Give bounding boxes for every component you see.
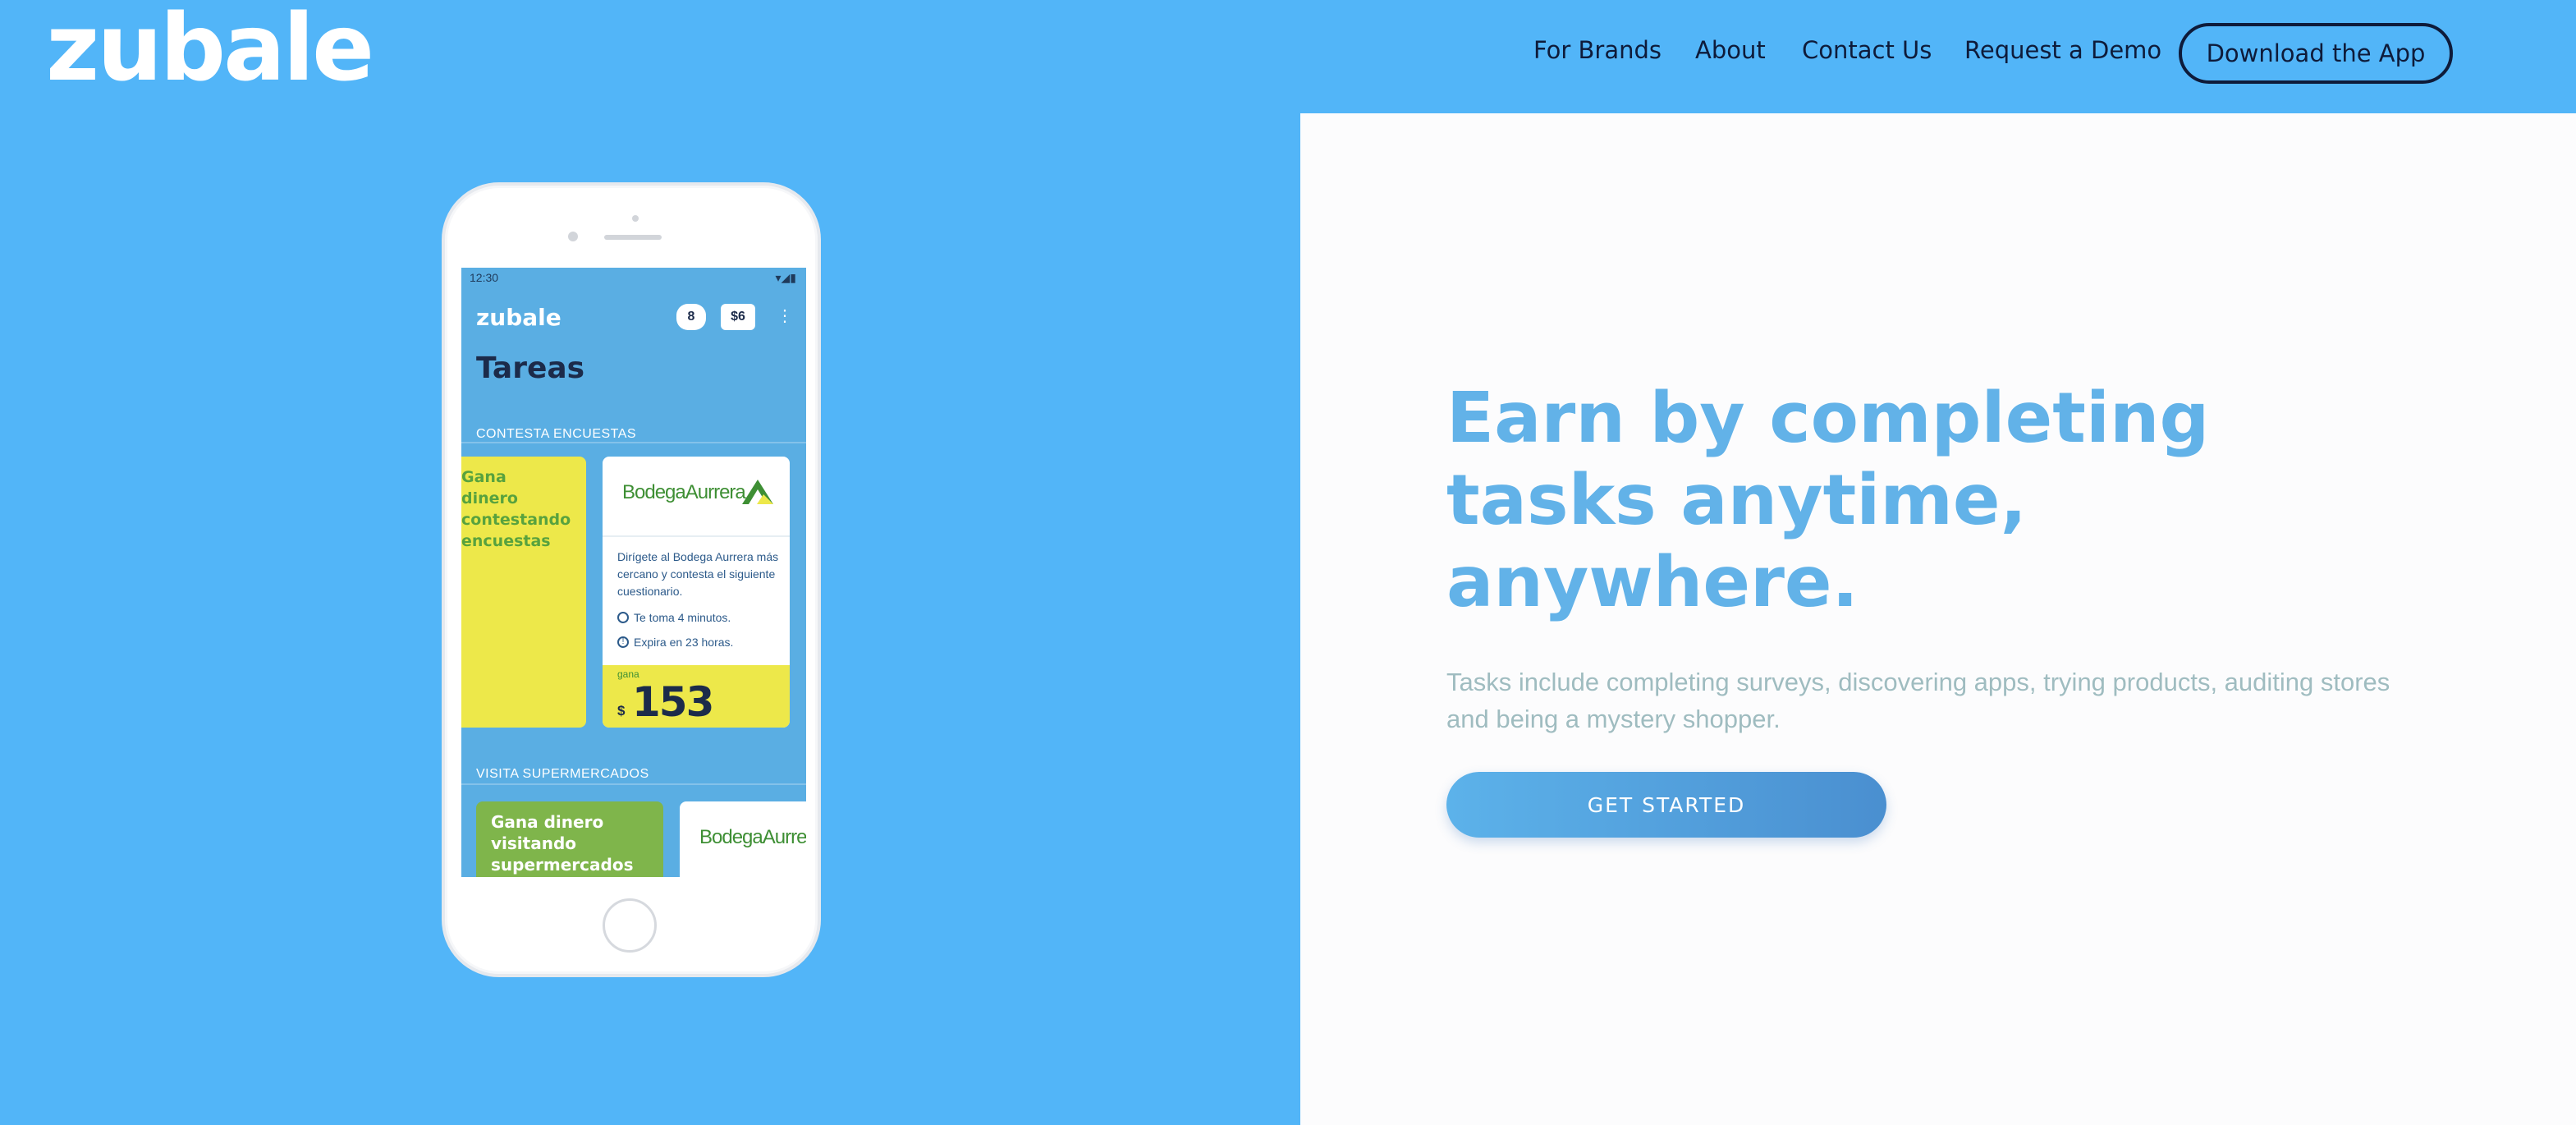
task-duration: Te toma 4 minutos. bbox=[617, 611, 731, 624]
phone-mockup: 12:30 ▾◢▮ zubale 8 $6 ⋮ Tareas CONTESTA … bbox=[442, 182, 821, 977]
task-expiry-text: Expira en 23 horas. bbox=[634, 636, 734, 649]
survey-promo-card: Gana dinero contestando encuestas bbox=[461, 457, 586, 728]
alert-icon: ! bbox=[617, 636, 629, 648]
supermarket-task-card: BodegaAurrera bbox=[680, 801, 806, 877]
task-description: Dirígete al Bodega Aurrera más cercano y… bbox=[617, 550, 779, 598]
hearts-count: 8 bbox=[687, 310, 695, 324]
task-brand: BodegaAurrera bbox=[622, 481, 746, 503]
card-divider bbox=[603, 535, 790, 537]
nav-request-demo[interactable]: Request a Demo bbox=[1964, 36, 2161, 64]
hearts-badge: 8 bbox=[676, 304, 706, 330]
get-started-button[interactable]: GET STARTED bbox=[1446, 772, 1886, 838]
nav-for-brands[interactable]: For Brands bbox=[1533, 36, 1662, 64]
status-icons: ▾◢▮ bbox=[775, 271, 797, 284]
task-expiry: ! Expira en 23 horas. bbox=[617, 636, 733, 649]
nav-contact-us[interactable]: Contact Us bbox=[1802, 36, 1932, 64]
hero-subtext: Tasks include completing surveys, discov… bbox=[1446, 668, 2390, 733]
headline-line-3: anywhere. bbox=[1446, 542, 1859, 623]
hero-headline: Earn by completing tasks anytime, anywhe… bbox=[1446, 378, 2267, 624]
nav-about[interactable]: About bbox=[1695, 36, 1766, 64]
divider bbox=[461, 783, 806, 785]
download-app-button[interactable]: Download the App bbox=[2179, 23, 2453, 84]
balance-amount: $6 bbox=[731, 310, 745, 324]
reward-currency: $ bbox=[617, 703, 626, 719]
headline-line-1: Earn by completing bbox=[1446, 378, 2210, 459]
zubale-logo[interactable]: zubale bbox=[46, 0, 374, 102]
supermarket-promo-card: Gana dinero visitando supermercados bbox=[476, 801, 663, 877]
supermarket-brand: BodegaAurrera bbox=[699, 826, 806, 848]
bodega-aurrera-logo-icon bbox=[742, 480, 773, 504]
task-duration-text: Te toma 4 minutos. bbox=[634, 611, 731, 624]
timer-icon bbox=[617, 612, 629, 623]
kebab-menu-icon: ⋮ bbox=[777, 307, 793, 325]
phone-speaker bbox=[604, 235, 662, 240]
screen-title: Tareas bbox=[476, 351, 585, 385]
phone-camera bbox=[568, 232, 578, 241]
section-supermarkets: VISITA SUPERMERCADOS bbox=[476, 767, 649, 781]
headline-line-2: tasks anytime, bbox=[1446, 460, 2027, 541]
phone-sensor bbox=[632, 215, 639, 222]
supermarket-promo-text: Gana dinero visitando supermercados bbox=[491, 812, 634, 875]
reward-panel: gana $ 153 bbox=[603, 665, 790, 728]
status-time: 12:30 bbox=[470, 271, 499, 284]
phone-screen: 12:30 ▾◢▮ zubale 8 $6 ⋮ Tareas CONTESTA … bbox=[461, 268, 806, 877]
app-logo: zubale bbox=[476, 304, 561, 331]
section-surveys: CONTESTA ENCUESTAS bbox=[476, 427, 637, 441]
divider bbox=[461, 442, 806, 443]
balance-badge: $6 bbox=[721, 304, 755, 330]
reward-amount: 153 bbox=[632, 678, 714, 726]
survey-promo-text: Gana dinero contestando encuestas bbox=[461, 468, 571, 550]
task-card: BodegaAurrera Dirígete al Bodega Aurrera… bbox=[603, 457, 790, 728]
phone-home-button bbox=[603, 898, 657, 953]
